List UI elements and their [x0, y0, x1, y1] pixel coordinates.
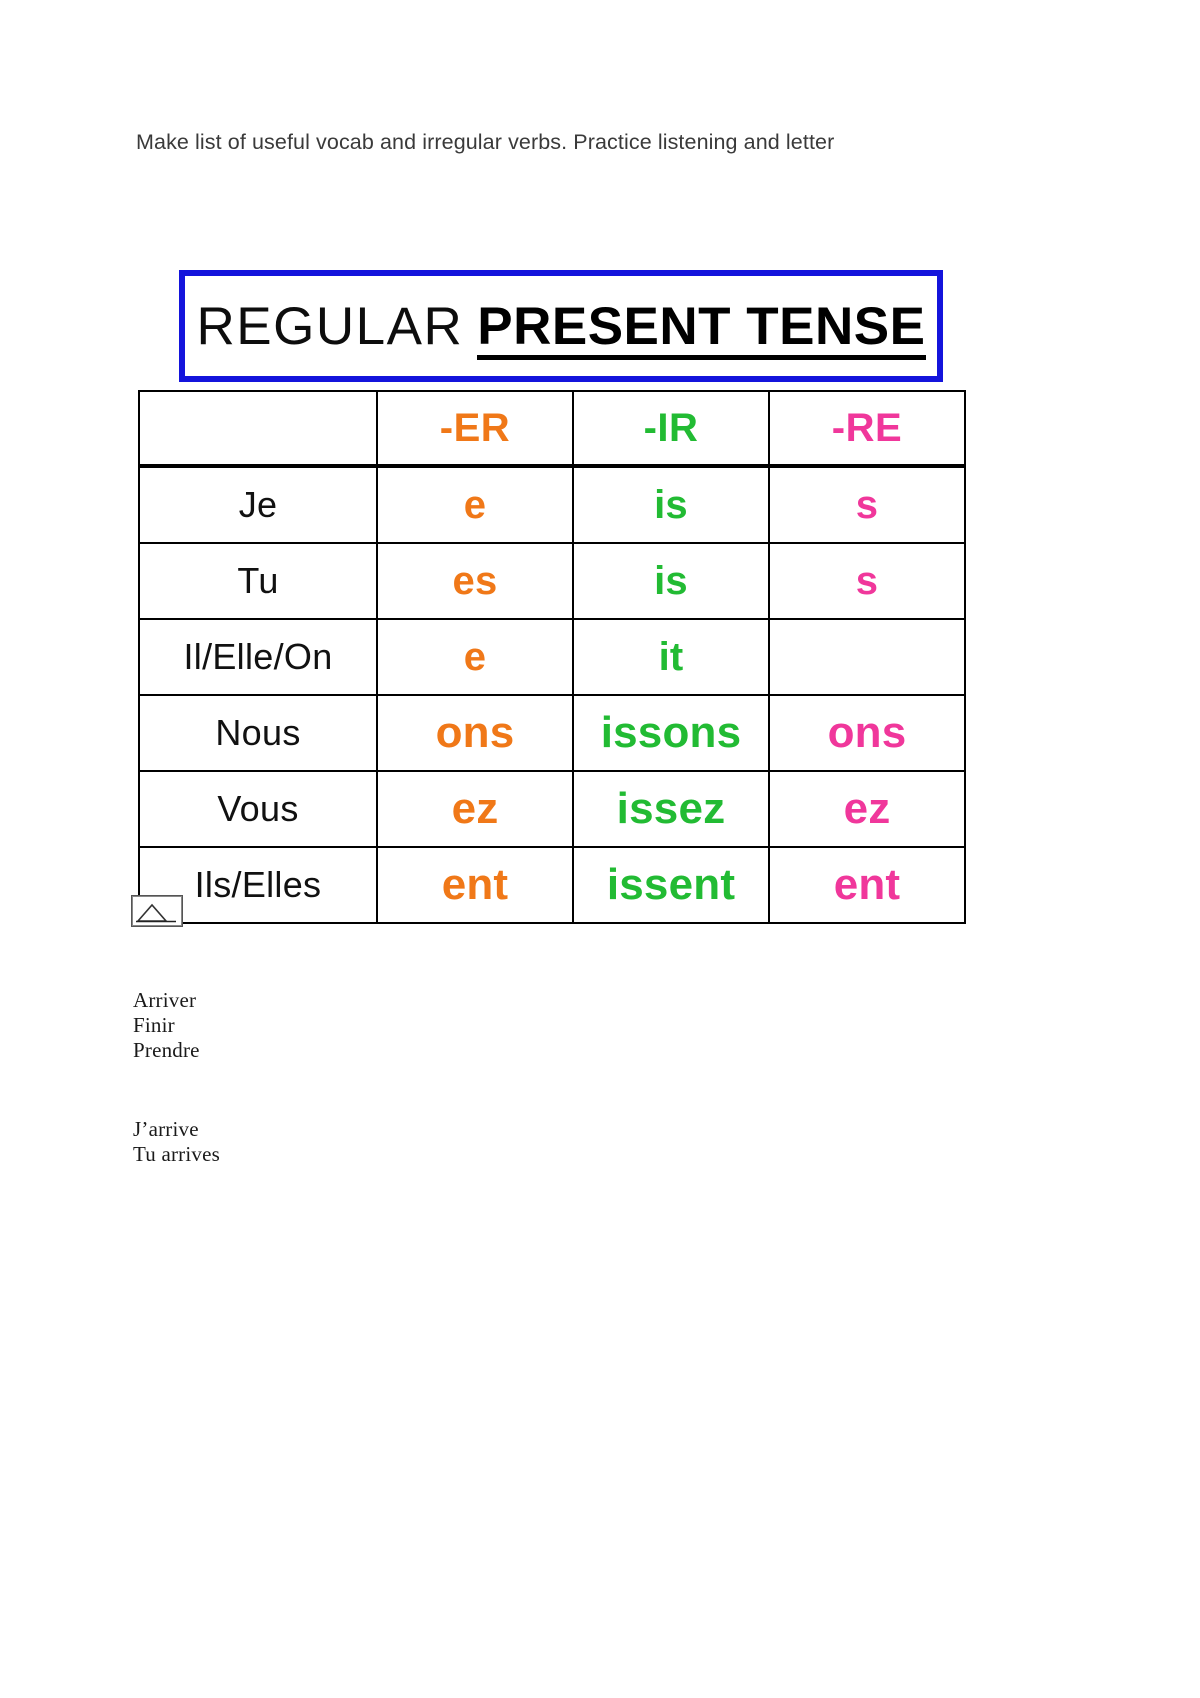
- ending-er: e: [463, 482, 487, 527]
- ending-ir: is: [654, 558, 688, 603]
- title-banner: REGULAR PRESENT TENSE: [179, 270, 943, 382]
- ending-er: ent: [441, 860, 509, 909]
- table-row: Il/Elle/On e it: [138, 618, 966, 696]
- broken-image-icon: [131, 895, 183, 927]
- table-row: Je e is s: [138, 465, 966, 544]
- ending-er: ez: [451, 784, 499, 833]
- ending-cell-er: e: [376, 465, 574, 544]
- conjugation-table: -ER -IR -RE Je e is s Tu es is s Il/Elle…: [138, 390, 966, 924]
- ending-cell-ir: issent: [572, 846, 770, 924]
- ending-cell-ir: issez: [572, 770, 770, 848]
- ending-cell-ir: is: [572, 465, 770, 544]
- ending-cell-ir: is: [572, 542, 770, 620]
- ending-cell-ir: issons: [572, 694, 770, 772]
- ending-er: es: [452, 558, 498, 603]
- title-regular-word: REGULAR: [196, 297, 464, 356]
- pronoun-cell: Nous: [138, 694, 378, 772]
- header-cell-blank: [138, 390, 378, 468]
- header-label-er: -ER: [439, 405, 511, 450]
- table-row: Nous ons issons ons: [138, 694, 966, 772]
- pronoun-cell: Tu: [138, 542, 378, 620]
- ending-er: ons: [435, 708, 515, 757]
- ending-re: s: [855, 558, 879, 603]
- broken-image-glyph: [132, 896, 182, 926]
- ending-cell-ir: it: [572, 618, 770, 696]
- pronoun-cell: Je: [138, 465, 378, 544]
- ending-re: ez: [843, 784, 891, 833]
- ending-cell-er: ent: [376, 846, 574, 924]
- ending-re: ons: [827, 708, 907, 757]
- document-page: Make list of useful vocab and irregular …: [0, 0, 1200, 1698]
- header-cell-ir: -IR: [572, 390, 770, 468]
- list-item: Finir: [133, 1013, 175, 1037]
- header-label-ir: -IR: [643, 405, 699, 450]
- ending-cell-re: [768, 618, 966, 696]
- ending-ir: issons: [600, 708, 742, 757]
- ending-cell-re: s: [768, 465, 966, 544]
- ending-ir: issez: [616, 784, 726, 833]
- conjugated-example-list: J’arrive Tu arrives: [133, 1117, 220, 1167]
- ending-cell-re: ent: [768, 846, 966, 924]
- ending-cell-er: ez: [376, 770, 574, 848]
- list-item: Arriver: [133, 988, 197, 1012]
- ending-cell-re: ons: [768, 694, 966, 772]
- ending-er: e: [463, 634, 487, 679]
- header-cell-re: -RE: [768, 390, 966, 468]
- ending-cell-er: ons: [376, 694, 574, 772]
- pronoun-cell: Il/Elle/On: [138, 618, 378, 696]
- header-label-re: -RE: [831, 405, 903, 450]
- ending-re: ent: [833, 860, 901, 909]
- list-item: Prendre: [133, 1038, 200, 1062]
- ending-cell-er: es: [376, 542, 574, 620]
- pronoun-cell: Vous: [138, 770, 378, 848]
- table-row: Vous ez issez ez: [138, 770, 966, 848]
- table-header-row: -ER -IR -RE: [138, 390, 966, 468]
- ending-re: s: [855, 482, 879, 527]
- title-bold-word: PRESENT TENSE: [477, 300, 926, 360]
- ending-ir: is: [654, 482, 688, 527]
- ending-cell-re: s: [768, 542, 966, 620]
- title-text: REGULAR PRESENT TENSE: [197, 296, 926, 360]
- ending-cell-re: ez: [768, 770, 966, 848]
- ending-cell-er: e: [376, 618, 574, 696]
- table-row: Ils/Elles ent issent ent: [138, 846, 966, 924]
- ending-ir: it: [658, 634, 684, 679]
- list-item: J’arrive: [133, 1117, 199, 1141]
- note-line: Make list of useful vocab and irregular …: [136, 130, 835, 154]
- ending-ir: issent: [606, 860, 736, 909]
- table-row: Tu es is s: [138, 542, 966, 620]
- header-cell-er: -ER: [376, 390, 574, 468]
- infinitive-verb-list: Arriver Finir Prendre: [133, 988, 200, 1063]
- list-item: Tu arrives: [133, 1142, 220, 1166]
